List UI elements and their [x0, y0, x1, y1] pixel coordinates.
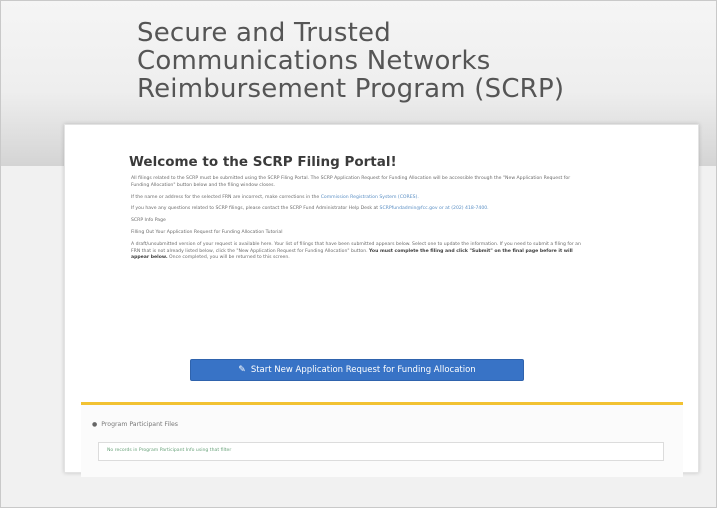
welcome-text: All filings related to the SCRP must be … — [131, 176, 581, 267]
empty-state-text: No records in Program Participant Info u… — [107, 448, 232, 453]
start-application-button[interactable]: ✎ Start New Application Request for Fund… — [190, 359, 524, 381]
title-line-1: Secure and Trusted — [137, 18, 391, 48]
instructions-tail: Once completed, you will be returned to … — [167, 255, 290, 261]
files-panel-header: ● Program Participant Files — [92, 421, 178, 428]
page-title: Secure and Trusted Communications Networ… — [137, 19, 657, 103]
cores-link[interactable]: Commission Registration System (CORES). — [321, 195, 419, 200]
pencil-icon: ✎ — [238, 365, 246, 375]
start-application-label: Start New Application Request for Fundin… — [250, 365, 476, 375]
welcome-heading: Welcome to the SCRP Filing Portal! — [129, 154, 397, 170]
instructions-paragraph: A draft/unsubmitted version of your requ… — [131, 242, 581, 262]
page-frame: Secure and Trusted Communications Networ… — [0, 0, 717, 508]
files-empty-state: No records in Program Participant Info u… — [98, 442, 664, 461]
helpdesk-link[interactable]: SCRPfundadmin@fcc.gov or at (202) 418-74… — [380, 206, 489, 211]
files-panel-title: Program Participant Files — [101, 421, 178, 428]
helpdesk-paragraph: If you have any questions related to SCR… — [131, 206, 581, 213]
info-page-link[interactable]: SCRP Info Page — [131, 218, 581, 225]
program-participant-files-panel: ● Program Participant Files No records i… — [81, 402, 683, 477]
title-line-2: Communications Networks — [137, 46, 491, 76]
portal-card: Welcome to the SCRP Filing Portal! All f… — [64, 124, 699, 477]
title-line-3: Reimbursement Program (SCRP) — [137, 74, 565, 104]
intro-paragraph: All filings related to the SCRP must be … — [131, 176, 571, 188]
cores-paragraph: If the name or address for the selected … — [131, 195, 581, 202]
helpdesk-text: If you have any questions related to SCR… — [131, 206, 380, 212]
user-icon: ● — [92, 421, 98, 428]
tutorial-link[interactable]: Filling Out Your Application Request for… — [131, 230, 581, 237]
cores-text: If the name or address for the selected … — [131, 194, 321, 200]
